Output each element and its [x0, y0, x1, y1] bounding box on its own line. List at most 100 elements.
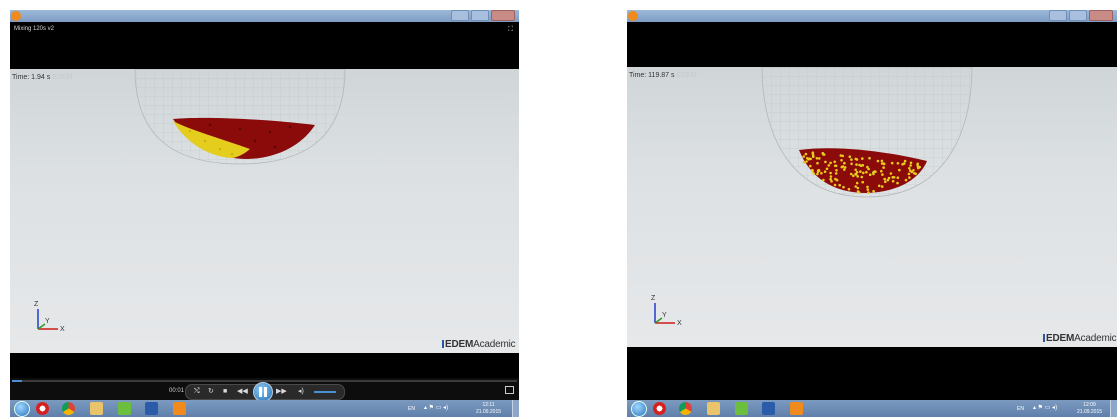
shuffle-icon[interactable]: ⤭ — [194, 388, 200, 396]
previous-icon[interactable]: ◀◀ — [237, 388, 248, 396]
yellow-particle — [880, 169, 883, 173]
chrome-icon[interactable] — [679, 402, 692, 415]
tray-icons[interactable]: ▴ ⚑ ▭ ◂) — [424, 404, 448, 411]
switch-to-library-icon[interactable] — [505, 386, 514, 394]
windows-taskbar: EN ▴ ⚑ ▭ ◂) 12:09 21.09.2015 — [627, 400, 1117, 417]
yellow-particle — [850, 158, 853, 161]
left-screenshot: Mixing 120s v2 ⛶ Time: 1.94 s EDEM Z Y X… — [10, 10, 519, 417]
volume-icon[interactable]: ◂) — [298, 388, 304, 396]
yellow-particle — [855, 181, 859, 185]
yellow-particle — [907, 172, 911, 176]
minimize-button[interactable] — [451, 10, 469, 21]
yellow-particle — [841, 154, 844, 158]
pause-icon[interactable] — [253, 382, 273, 402]
yellow-particle — [805, 157, 809, 160]
axis-x-label: X — [677, 320, 682, 327]
yellow-particle — [861, 180, 864, 184]
yellow-particle — [896, 162, 900, 165]
file-explorer-icon[interactable] — [90, 402, 103, 415]
yellow-particle — [847, 187, 851, 191]
tray-icons[interactable]: ▴ ⚑ ▭ ◂) — [1033, 404, 1057, 411]
yellow-particle — [855, 170, 859, 174]
yellow-particle — [868, 173, 872, 176]
file-explorer-icon[interactable] — [707, 402, 720, 415]
yellow-particle — [833, 160, 836, 164]
stop-icon[interactable]: ■ — [223, 388, 227, 396]
fullscreen-icon[interactable]: ⛶ — [508, 26, 513, 34]
yellow-particle — [872, 172, 875, 176]
window-titlebar — [10, 10, 519, 22]
word-icon[interactable] — [145, 402, 158, 415]
maximize-button[interactable] — [471, 10, 489, 21]
yellow-particle — [829, 175, 833, 178]
yellow-particle — [908, 167, 911, 170]
yellow-particle — [859, 170, 862, 173]
yellow-particle — [861, 157, 864, 160]
opera-icon[interactable] — [653, 402, 666, 415]
yellow-particle — [872, 189, 875, 193]
yellow-particle — [824, 160, 827, 164]
yellow-particle — [856, 186, 860, 190]
yellow-particle — [859, 164, 863, 167]
simulation-viewport: Time: 119.87 s EDEM Z Y X EDEMAcademic — [627, 67, 1117, 347]
yellow-particle — [816, 161, 819, 165]
axis-triad: Z Y X — [649, 293, 689, 333]
yellow-particle — [820, 171, 823, 175]
close-button[interactable] — [1089, 10, 1113, 21]
word-icon[interactable] — [762, 402, 775, 415]
taskbar-clock[interactable]: 12:09 21.09.2015 — [1077, 402, 1102, 416]
yellow-particle — [802, 155, 806, 158]
next-icon[interactable]: ▶▶ — [276, 388, 287, 396]
yellow-particle — [815, 157, 819, 160]
yellow-particle — [887, 176, 891, 180]
language-indicator[interactable]: EN — [1017, 406, 1024, 412]
close-button[interactable] — [491, 10, 515, 21]
yellow-particle — [816, 172, 819, 176]
axis-x-label: X — [60, 326, 65, 333]
media-player-icon[interactable] — [173, 402, 186, 415]
show-desktop-button[interactable] — [1110, 400, 1117, 417]
media-player-icon[interactable] — [790, 402, 803, 415]
yellow-particle — [857, 191, 861, 194]
volume-slider[interactable] — [314, 391, 336, 393]
yellow-particle — [865, 170, 868, 174]
yellow-particle — [817, 168, 821, 172]
yellow-particle — [909, 169, 912, 172]
yellow-particle — [822, 178, 825, 182]
axis-y-label: Y — [662, 312, 667, 319]
repeat-icon[interactable]: ↻ — [208, 388, 214, 396]
yellow-particle — [891, 176, 894, 179]
window-controls — [1049, 10, 1113, 21]
taskbar-clock[interactable]: 12:11 21.09.2015 — [476, 402, 501, 416]
yellow-particle — [840, 159, 843, 162]
yellow-particle — [833, 183, 837, 187]
clock-date: 21.09.2015 — [476, 409, 502, 415]
yellow-particle — [829, 177, 832, 181]
yellow-particle — [889, 172, 893, 175]
utorrent-icon[interactable] — [735, 402, 748, 415]
player-title: Mixing 120s v2 — [14, 26, 55, 32]
yellow-particle — [843, 168, 846, 171]
yellow-particle — [850, 162, 853, 166]
yellow-particle — [802, 161, 806, 164]
maximize-button[interactable] — [1069, 10, 1087, 21]
utorrent-icon[interactable] — [118, 402, 131, 415]
yellow-particle — [867, 191, 870, 194]
yellow-particle — [812, 172, 815, 175]
logo-suffix: Academic — [473, 339, 516, 350]
chrome-icon[interactable] — [62, 402, 75, 415]
media-control-bar: 00:01 ⤭ ↻ ■ ◀◀ ▶▶ ◂) — [10, 378, 519, 402]
yellow-particle — [825, 167, 829, 171]
window-titlebar — [627, 10, 1117, 22]
windows-start-icon[interactable] — [14, 401, 30, 417]
clock-time: 12:09 — [1083, 402, 1096, 408]
minimize-button[interactable] — [1049, 10, 1067, 21]
windows-start-icon[interactable] — [631, 401, 647, 417]
clock-date: 21.09.2015 — [1077, 409, 1103, 415]
yellow-particle — [834, 172, 838, 175]
yellow-particle — [821, 151, 825, 155]
language-indicator[interactable]: EN — [408, 406, 415, 412]
show-desktop-button[interactable] — [512, 400, 519, 417]
opera-icon[interactable] — [36, 402, 49, 415]
yellow-particle — [827, 164, 831, 167]
